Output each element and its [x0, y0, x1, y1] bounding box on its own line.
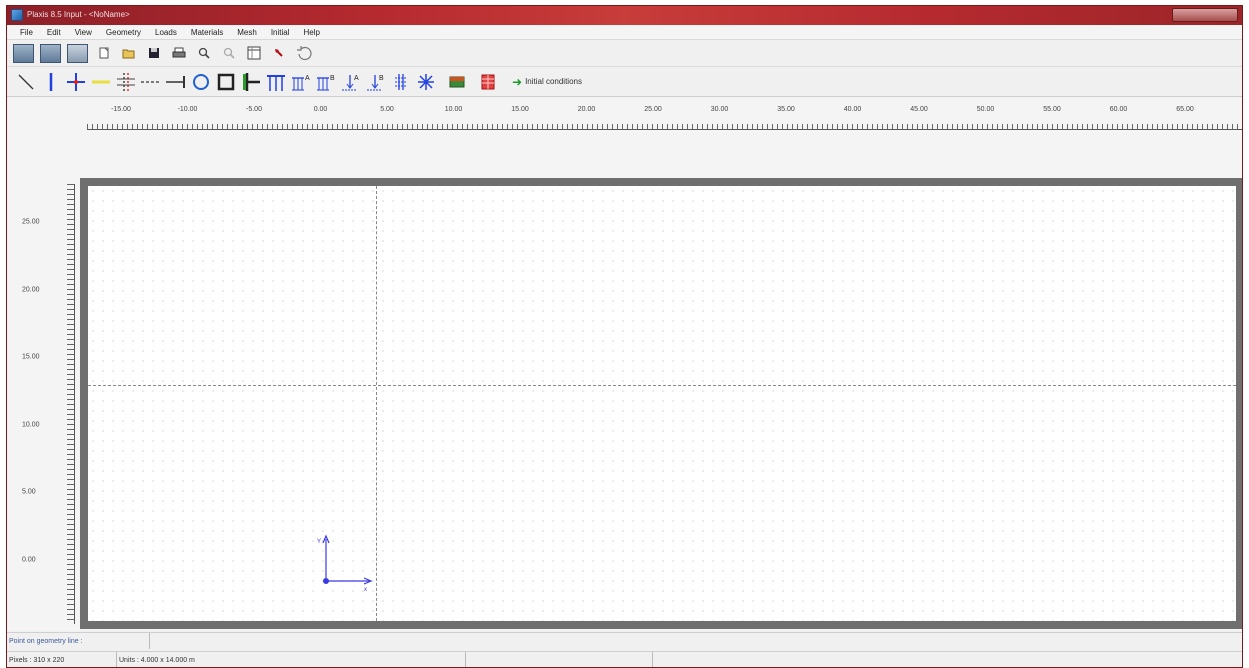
- menu-help[interactable]: Help: [297, 28, 327, 37]
- menu-edit[interactable]: Edit: [40, 28, 68, 37]
- status-bar-point: Point on geometry line :: [7, 632, 1242, 649]
- svg-text:B: B: [379, 75, 384, 82]
- draw-area-frame: Y x: [80, 178, 1242, 629]
- x-ruler-label: -5.00: [246, 106, 262, 113]
- window-title: Plaxis 8.5 Input - <NoName>: [27, 10, 130, 19]
- go-to-output-icon[interactable]: [40, 43, 61, 63]
- x-axis-label: x: [364, 587, 367, 593]
- menu-bar: File Edit View Geometry Loads Materials …: [7, 25, 1242, 40]
- x-ruler-label: 0.00: [313, 106, 328, 113]
- geometry-toolbar: A B A B ➜ Initial conditions: [7, 67, 1242, 97]
- crosshair-horizontal: [88, 385, 1236, 386]
- menu-file[interactable]: File: [13, 28, 40, 37]
- point-load-a-icon[interactable]: A: [340, 70, 361, 94]
- svg-text:A: A: [354, 75, 359, 82]
- status-bar-info: Pixels : 310 x 220 Units : 4.000 x 14.00…: [7, 651, 1242, 667]
- y-ruler-label: 0.00: [22, 556, 36, 563]
- y-ruler-label: 15.00: [22, 353, 40, 361]
- y-ruler-label: 25.00: [22, 218, 40, 226]
- pixels-readout: Pixels : 310 x 220: [7, 652, 117, 667]
- distributed-load-a-icon[interactable]: A: [290, 70, 311, 94]
- x-ruler-label: 45.00: [910, 106, 928, 113]
- x-ruler-label: 55.00: [1043, 106, 1061, 113]
- window-controls[interactable]: [1172, 8, 1238, 22]
- drain-icon[interactable]: [390, 70, 411, 94]
- standard-toolbar: [7, 40, 1242, 67]
- generate-mesh-icon[interactable]: [477, 70, 498, 94]
- x-ruler-label: -15.00: [111, 106, 131, 113]
- go-to-curves-icon[interactable]: [67, 43, 88, 63]
- units-readout: Units : 4.000 x 14.000 m: [117, 652, 466, 667]
- menu-initial[interactable]: Initial: [264, 28, 297, 37]
- point-load-b-icon[interactable]: B: [365, 70, 386, 94]
- menu-view[interactable]: View: [68, 28, 99, 37]
- plate-icon[interactable]: [40, 70, 61, 94]
- hinge-icon[interactable]: [65, 70, 86, 94]
- coordinate-axes: Y x: [317, 534, 373, 593]
- x-ruler-label: 40.00: [843, 106, 862, 113]
- status-cell-empty-2: [653, 652, 1053, 667]
- x-ruler-label: 30.00: [710, 106, 729, 113]
- x-ruler-label: 10.00: [444, 106, 463, 113]
- x-ruler-label: 20.00: [577, 106, 596, 113]
- print-icon[interactable]: [169, 44, 188, 63]
- workspace: -15.00 -10.00 -5.00 0.00 5.00 10.00 15.00 20.00…: [7, 98, 1242, 631]
- svg-text:B: B: [330, 75, 335, 82]
- y-ruler-label: 20.00: [22, 286, 40, 293]
- horizontal-fixity-icon[interactable]: [240, 70, 261, 94]
- title-bar[interactable]: Plaxis 8.5 Input - <NoName>: [7, 6, 1242, 25]
- x-ruler-label: 60.00: [1109, 106, 1128, 113]
- plaxis-app-icon: [11, 9, 23, 21]
- tunnel-icon[interactable]: [190, 70, 211, 94]
- rotation-fixity-icon[interactable]: [415, 70, 436, 94]
- initial-conditions-label: Initial conditions: [525, 77, 582, 86]
- geometry-line-icon[interactable]: [15, 70, 36, 94]
- interface-icon[interactable]: [115, 70, 136, 94]
- menu-materials[interactable]: Materials: [184, 28, 230, 37]
- vertical-ruler-ticks: [67, 184, 75, 624]
- svg-text:A: A: [305, 75, 310, 82]
- undo-icon[interactable]: [294, 44, 313, 63]
- initial-conditions-button[interactable]: ➜ Initial conditions: [512, 75, 582, 89]
- standard-fixities-icon[interactable]: [215, 70, 236, 94]
- x-ruler-label: 25.00: [644, 106, 662, 113]
- y-axis-label: Y: [317, 539, 321, 545]
- distributed-load-b-icon[interactable]: B: [315, 70, 336, 94]
- x-ruler-label: 65.00: [1176, 106, 1194, 113]
- geogrid-icon[interactable]: [90, 70, 111, 94]
- new-file-icon[interactable]: [94, 44, 113, 63]
- x-ruler-label: 15.00: [511, 106, 529, 113]
- horizontal-ruler: -15.00 -10.00 -5.00 0.00 5.00 10.00 15.00 20.00…: [87, 98, 1242, 130]
- node-to-node-anchor-icon[interactable]: [140, 70, 161, 94]
- selection-arrow-icon[interactable]: [269, 44, 288, 63]
- horizontal-ruler-ticks: [87, 122, 1242, 130]
- arrow-right-icon: ➜: [512, 74, 523, 89]
- plaxis-input-window: Plaxis 8.5 Input - <NoName> File Edit Vi…: [6, 5, 1243, 668]
- menu-geometry[interactable]: Geometry: [99, 28, 148, 37]
- draw-area[interactable]: Y x: [88, 186, 1236, 621]
- save-icon[interactable]: [144, 44, 163, 63]
- open-folder-icon[interactable]: [119, 44, 138, 63]
- fixed-end-anchor-icon[interactable]: [165, 70, 186, 94]
- go-to-calculations-icon[interactable]: [13, 43, 34, 63]
- menu-mesh[interactable]: Mesh: [230, 28, 264, 37]
- point-on-geometry-label: Point on geometry line :: [7, 633, 150, 649]
- status-cell-empty-1: [466, 652, 653, 667]
- menu-loads[interactable]: Loads: [148, 28, 184, 37]
- x-ruler-label: 35.00: [777, 106, 795, 113]
- y-ruler-label: 10.00: [22, 421, 40, 428]
- total-fixity-icon[interactable]: [265, 70, 286, 94]
- x-ruler-label: 5.00: [380, 106, 394, 113]
- material-sets-icon[interactable]: [446, 70, 467, 94]
- x-ruler-label: 50.00: [976, 106, 995, 113]
- zoom-out-icon[interactable]: [219, 44, 238, 63]
- vertical-ruler: 25.00 20.00 15.00 10.00 5.00 0.00: [7, 176, 79, 630]
- table-icon[interactable]: [244, 44, 263, 63]
- x-ruler-label: -10.00: [177, 106, 198, 113]
- zoom-in-icon[interactable]: [194, 44, 213, 63]
- y-ruler-label: 5.00: [22, 488, 36, 496]
